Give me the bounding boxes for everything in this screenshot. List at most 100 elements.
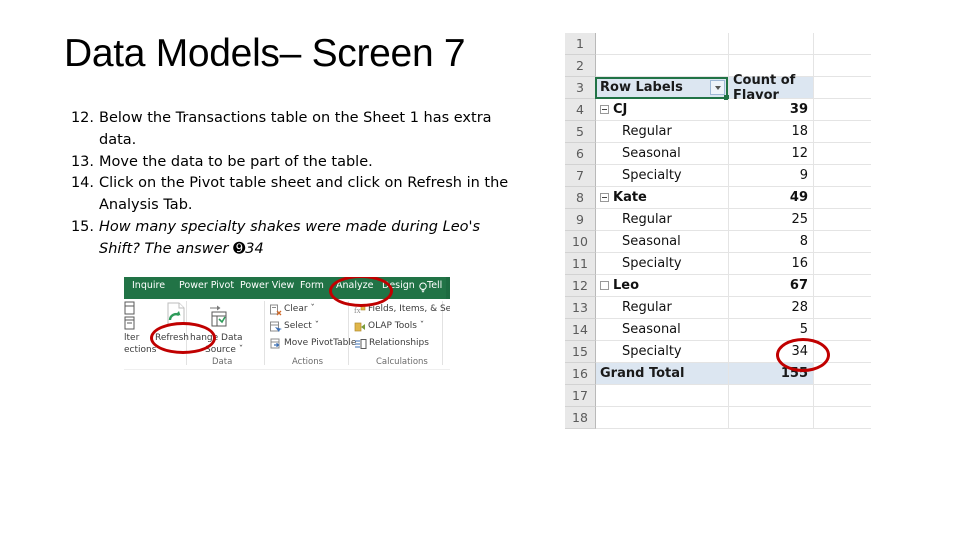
ribbon-tab-analyze[interactable]: Analyze xyxy=(336,280,373,291)
cell-count[interactable]: 12 xyxy=(729,143,814,165)
cell-count[interactable]: 9 xyxy=(729,165,814,187)
ribbon-command-filter[interactable]: lter xyxy=(124,333,139,343)
row-header[interactable]: 8 xyxy=(565,187,596,209)
cell-count[interactable] xyxy=(729,407,814,429)
row-header[interactable]: 14 xyxy=(565,319,596,341)
filter-dropdown-button[interactable] xyxy=(710,80,725,95)
cell-empty[interactable] xyxy=(814,231,871,253)
chevron-down-icon xyxy=(714,85,721,90)
cell-count[interactable]: 67 xyxy=(729,275,814,297)
cell-row-labels[interactable]: CJ xyxy=(596,99,729,121)
row-header[interactable]: 15 xyxy=(565,341,596,363)
lightbulb-icon xyxy=(419,282,427,293)
row-header[interactable]: 3 xyxy=(565,77,596,99)
cell-empty[interactable] xyxy=(814,99,871,121)
row-header[interactable]: 10 xyxy=(565,231,596,253)
cell-row-labels[interactable] xyxy=(596,407,729,429)
cell-empty[interactable] xyxy=(814,33,871,55)
ribbon-tab-form[interactable]: Form xyxy=(300,280,324,291)
cell-row-labels[interactable]: Regular xyxy=(596,297,729,319)
row-header[interactable]: 7 xyxy=(565,165,596,187)
row-header[interactable]: 1 xyxy=(565,33,596,55)
collapse-icon[interactable] xyxy=(600,281,609,290)
cell-empty[interactable] xyxy=(814,297,871,319)
cell-empty[interactable] xyxy=(814,165,871,187)
row-header[interactable]: 18 xyxy=(565,407,596,429)
cell-count-specialty-leo[interactable]: 34 xyxy=(729,341,814,363)
cell-empty[interactable] xyxy=(814,143,871,165)
cell-count[interactable]: 8 xyxy=(729,231,814,253)
ribbon-tab-design[interactable]: Design xyxy=(382,280,415,291)
ribbon-command-refresh[interactable]: Refresh xyxy=(155,333,189,343)
column-header-count-of-flavor[interactable]: Count of Flavor xyxy=(729,73,814,103)
cell-row-labels[interactable]: Leo xyxy=(596,275,729,297)
cell-empty[interactable] xyxy=(814,319,871,341)
row-header[interactable]: 5 xyxy=(565,121,596,143)
ribbon-tab-power-view[interactable]: Power View xyxy=(240,280,294,291)
cell-row-labels[interactable] xyxy=(596,33,729,55)
ribbon-command-source-dropdown[interactable]: Source ˇ xyxy=(205,345,243,355)
list-item-text: Move the data to be part of the table. xyxy=(99,153,373,170)
cell-count[interactable] xyxy=(729,33,814,55)
table-row: 5 Regular 18 xyxy=(565,121,871,143)
cell-count[interactable]: 28 xyxy=(729,297,814,319)
cell-row-labels[interactable]: Kate xyxy=(596,187,729,209)
ribbon-command-clear[interactable]: Clear ˇ xyxy=(284,304,315,314)
ribbon-command-relationships[interactable]: Relationships xyxy=(369,338,429,348)
ribbon-command-move-pivottable[interactable]: Move PivotTable xyxy=(284,338,356,348)
row-header[interactable]: 11 xyxy=(565,253,596,275)
ribbon-command-change-data-source[interactable]: hange Data xyxy=(190,333,243,343)
row-header[interactable]: 9 xyxy=(565,209,596,231)
cell-empty[interactable] xyxy=(814,55,871,77)
cell-count[interactable]: 49 xyxy=(729,187,814,209)
row-header[interactable]: 12 xyxy=(565,275,596,297)
cell-row-labels[interactable]: Regular xyxy=(596,121,729,143)
row-header[interactable]: 2 xyxy=(565,55,596,77)
cell-empty[interactable] xyxy=(814,407,871,429)
ribbon-command-connections[interactable]: ections xyxy=(124,345,156,355)
cell-row-labels[interactable]: Seasonal xyxy=(596,231,729,253)
insert-timeline-icon xyxy=(124,316,135,330)
table-row: 17 xyxy=(565,385,871,407)
column-header-row-labels-text: Row Labels xyxy=(600,80,683,95)
cell-row-labels[interactable] xyxy=(596,385,729,407)
cell-row-labels[interactable]: Seasonal xyxy=(596,143,729,165)
ribbon-command-select[interactable]: Select ˇ xyxy=(284,321,319,331)
cell-count[interactable]: 155 xyxy=(729,363,814,385)
cell-row-labels[interactable] xyxy=(596,55,729,77)
cell-empty[interactable] xyxy=(814,385,871,407)
cell-count[interactable]: 39 xyxy=(729,99,814,121)
row-header[interactable]: 16 xyxy=(565,363,596,385)
cell-empty[interactable] xyxy=(814,121,871,143)
cell-count[interactable] xyxy=(729,385,814,407)
cell-row-labels[interactable]: Grand Total xyxy=(596,363,729,385)
ribbon-tab-power-pivot[interactable]: Power Pivot xyxy=(179,280,234,291)
cell-empty[interactable] xyxy=(814,253,871,275)
cell-row-labels[interactable]: Seasonal xyxy=(596,319,729,341)
row-header[interactable]: 4 xyxy=(565,99,596,121)
cell-row-labels[interactable]: Specialty xyxy=(596,165,729,187)
cell-row-labels[interactable]: Specialty xyxy=(596,253,729,275)
row-header[interactable]: 13 xyxy=(565,297,596,319)
cell-empty[interactable] xyxy=(814,209,871,231)
list-item-number: 12. xyxy=(70,110,94,126)
ribbon-command-fields-items-sets[interactable]: Fields, Items, & Sets ˇ xyxy=(368,304,450,314)
collapse-icon[interactable] xyxy=(600,105,609,114)
cell-count[interactable]: 5 xyxy=(729,319,814,341)
ribbon-tab-inquire[interactable]: Inquire xyxy=(132,280,165,291)
ribbon-command-olap-tools[interactable]: OLAP Tools ˇ xyxy=(368,321,424,331)
column-header-row-labels[interactable]: Row Labels xyxy=(596,77,729,99)
row-header[interactable]: 17 xyxy=(565,385,596,407)
table-row: 14 Seasonal 5 xyxy=(565,319,871,341)
cell-empty[interactable] xyxy=(814,77,871,99)
cell-count[interactable]: 18 xyxy=(729,121,814,143)
cell-row-labels[interactable]: Specialty xyxy=(596,341,729,363)
cell-count[interactable]: 16 xyxy=(729,253,814,275)
collapse-icon[interactable] xyxy=(600,193,609,202)
cell-empty[interactable] xyxy=(814,275,871,297)
cell-empty[interactable] xyxy=(814,187,871,209)
row-header[interactable]: 6 xyxy=(565,143,596,165)
cell-empty[interactable] xyxy=(814,341,871,363)
cell-count[interactable]: 25 xyxy=(729,209,814,231)
cell-row-labels[interactable]: Regular xyxy=(596,209,729,231)
